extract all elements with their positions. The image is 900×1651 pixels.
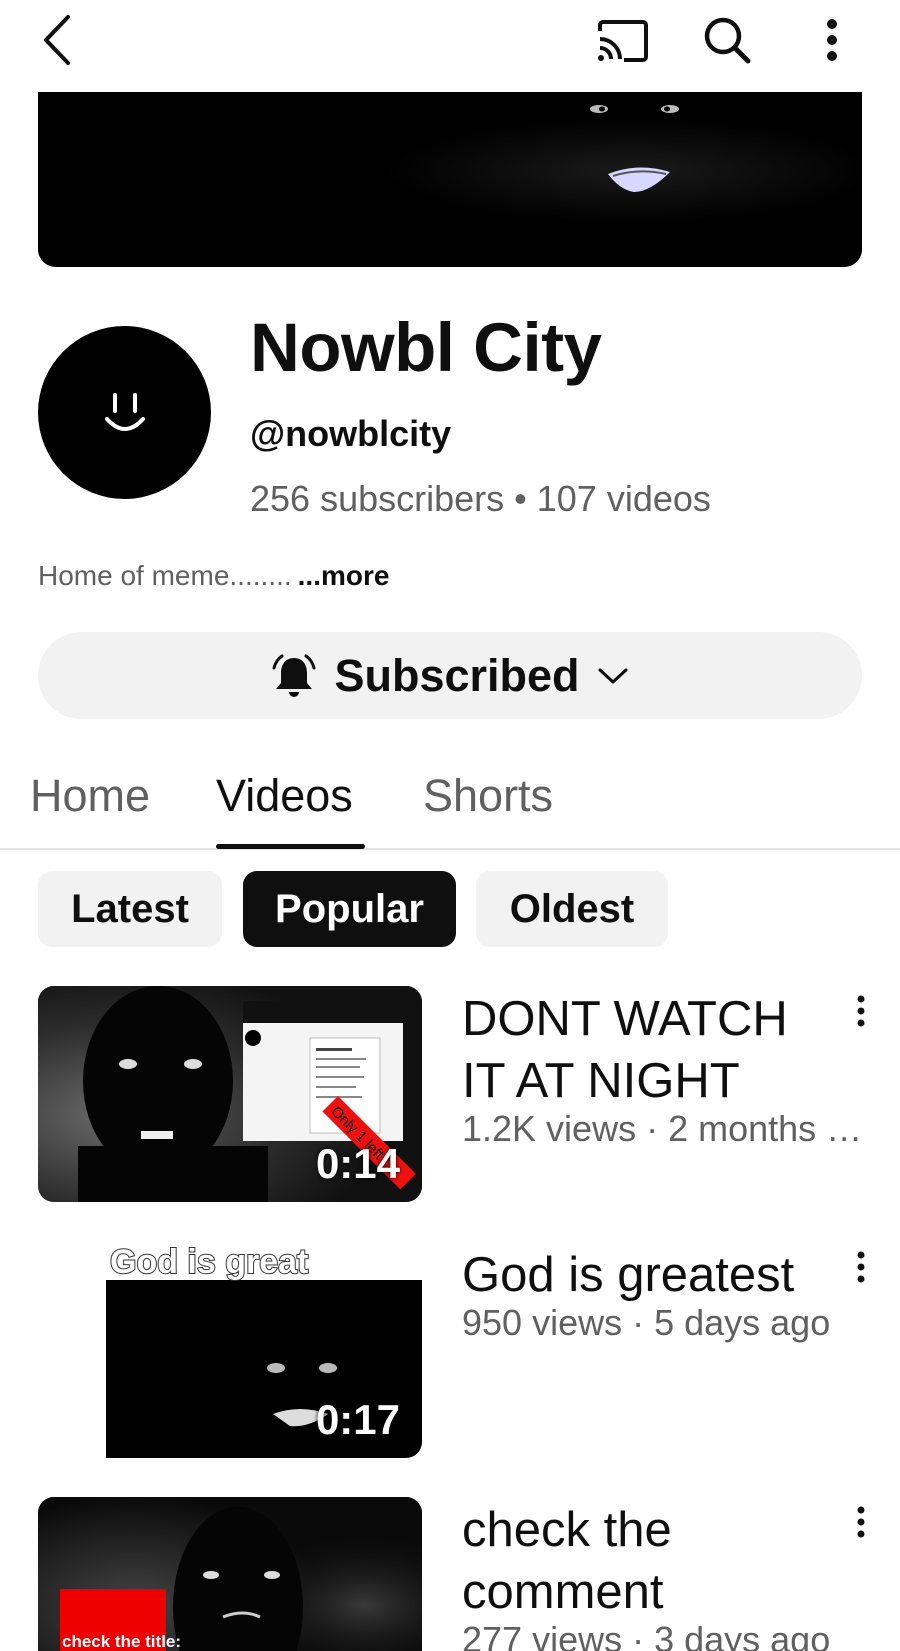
more-vert-icon: [857, 995, 865, 1027]
video-menu-button[interactable]: [846, 1246, 876, 1288]
tab-shorts[interactable]: Shorts: [423, 770, 553, 822]
back-button[interactable]: [30, 10, 84, 70]
overflow-menu-button[interactable]: [806, 12, 858, 68]
channel-banner: [38, 92, 862, 267]
channel-name: Nowbl City: [250, 309, 602, 386]
thumbnail-overlay-text: check the title:: [62, 1632, 181, 1651]
channel-tabs: Home Videos Shorts: [0, 750, 900, 850]
more-link[interactable]: ...more: [298, 560, 390, 591]
video-thumbnail[interactable]: check the title:: [38, 1497, 422, 1651]
video-thumbnail[interactable]: God is great 0:17: [38, 1242, 422, 1458]
chevron-down-icon: [598, 668, 628, 683]
cast-icon: [598, 20, 648, 62]
video-item[interactable]: God is great 0:17 God is greatest 950 vi…: [38, 1242, 868, 1458]
search-icon: [704, 17, 751, 64]
top-app-bar: [0, 0, 900, 90]
chip-popular[interactable]: Popular: [243, 871, 456, 947]
search-button[interactable]: [697, 12, 757, 68]
video-duration: 0:14: [315, 1140, 400, 1187]
cast-button[interactable]: [588, 14, 658, 68]
channel-avatar[interactable]: [38, 326, 211, 499]
channel-handle: @nowblcity: [250, 413, 452, 454]
subscriber-count: 256 subscribers: [250, 478, 505, 519]
video-item[interactable]: check the title: check the comment 277 v…: [38, 1497, 868, 1651]
video-menu-button[interactable]: [846, 1501, 868, 1543]
more-vert-icon: [857, 1251, 865, 1283]
chip-oldest[interactable]: Oldest: [476, 871, 668, 947]
active-tab-indicator: [216, 844, 365, 849]
video-duration: 0:17: [315, 1396, 400, 1443]
tab-home[interactable]: Home: [30, 770, 150, 822]
channel-description[interactable]: Home of meme........ ...more: [38, 560, 389, 592]
subscribed-button[interactable]: Subscribed: [38, 632, 862, 719]
video-title[interactable]: DONT WATCH IT AT NIGHT: [462, 988, 832, 1112]
chip-latest[interactable]: Latest: [38, 871, 222, 947]
smiley-logo: [104, 392, 145, 431]
more-vert-icon: [857, 1506, 865, 1538]
video-title[interactable]: check the comment: [462, 1499, 832, 1623]
tab-videos[interactable]: Videos: [216, 770, 353, 822]
video-meta: 277 views · 3 days ago: [462, 1619, 831, 1651]
video-meta: 1.2K views · 2 months ago: [462, 1108, 866, 1149]
video-thumbnail[interactable]: Only 1 left 0:14: [38, 986, 422, 1202]
more-vert-icon: [827, 19, 837, 61]
subscribed-label: Subscribed: [334, 649, 580, 701]
thumbnail-image: check the title:: [38, 1497, 422, 1651]
video-title[interactable]: God is greatest: [462, 1244, 832, 1306]
video-menu-button[interactable]: [846, 990, 876, 1032]
thumbnail-overlay-text: God is great: [110, 1243, 308, 1281]
banner-face-image: [38, 92, 862, 267]
video-meta: 950 views · 5 days ago: [462, 1302, 831, 1343]
bell-icon: [272, 654, 316, 697]
stats-separator: •: [514, 478, 527, 519]
video-count: 107 videos: [536, 478, 711, 519]
channel-stats: 256 subscribers • 107 videos: [250, 478, 711, 520]
back-icon: [44, 15, 70, 65]
video-item[interactable]: Only 1 left 0:14 DONT WATCH IT AT NIGHT …: [38, 986, 868, 1202]
description-text: Home of meme........: [38, 560, 292, 591]
